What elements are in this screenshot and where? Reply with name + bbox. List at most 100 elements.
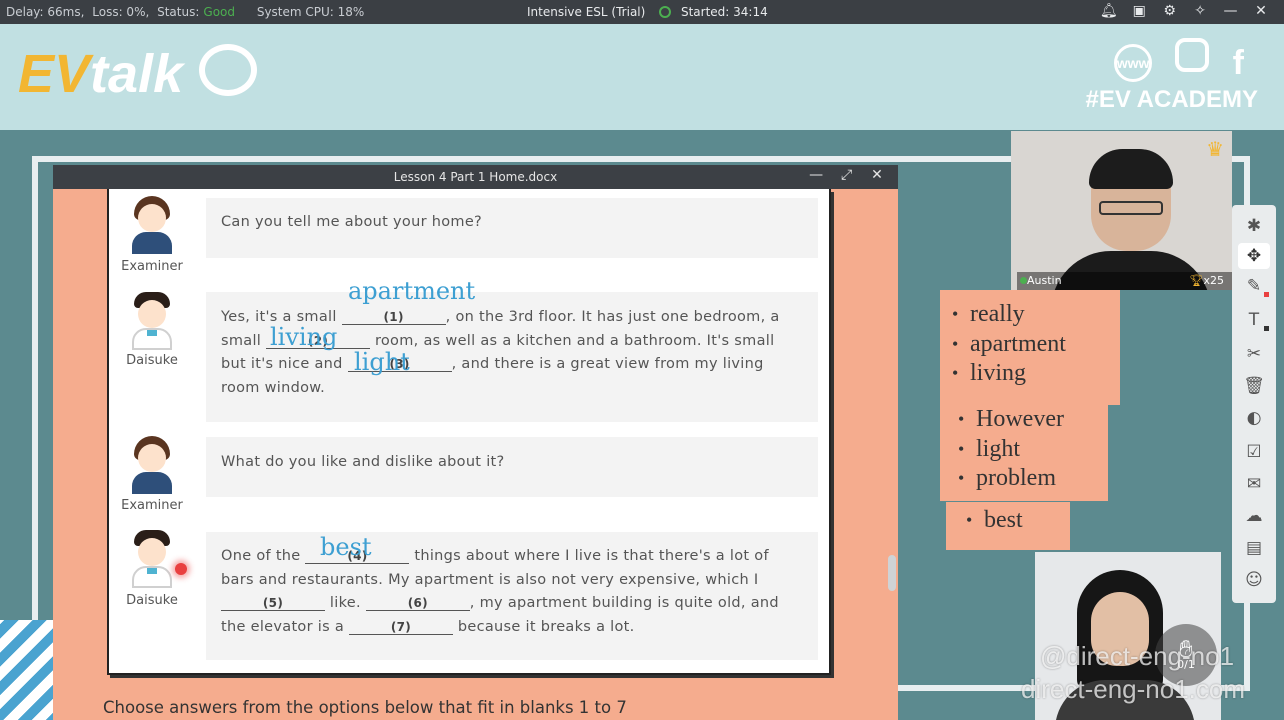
settings-gear-icon[interactable]: ⚙ xyxy=(1157,3,1183,19)
toolbox-icon[interactable]: ▤ xyxy=(1238,535,1270,561)
note-word: really xyxy=(940,300,1120,330)
loss-text: Loss: 0%, xyxy=(92,5,150,19)
sticky-note-1[interactable]: really apartment living xyxy=(940,290,1120,405)
blank-5: (5) xyxy=(221,596,325,611)
instagram-icon xyxy=(1175,38,1210,72)
answer-text: room, as well as a kitchen and a bathroo… xyxy=(370,332,775,349)
document-titlebar[interactable]: Lesson 4 Part 1 Home.docx — ⤢ ✕ xyxy=(53,165,898,189)
answer-text: the elevator is a xyxy=(221,618,349,635)
answer-text: , on the 3rd floor. It has just one bedr… xyxy=(445,309,780,325)
note-word: best xyxy=(954,506,1070,536)
speaker-label-daisuke: Daisuke xyxy=(126,593,178,608)
handwritten-answer-3: light xyxy=(354,348,410,376)
question-bubble-1: Can you tell me about your home? xyxy=(206,198,818,258)
blank-6: (6) xyxy=(365,596,470,611)
doc-minimize-icon[interactable]: — xyxy=(803,167,829,183)
watermark-handle: @direct-eng-no1 xyxy=(1040,641,1235,671)
users-icon[interactable]: ☺ xyxy=(1238,567,1270,593)
note-word: apartment xyxy=(940,330,1120,360)
chat-icon[interactable]: ✉ xyxy=(1238,471,1270,497)
trophy-count: x25 xyxy=(1203,274,1224,287)
close-window-icon[interactable]: ✕ xyxy=(1248,3,1274,19)
crown-icon: ♛ xyxy=(1206,137,1224,161)
answer-text: like. xyxy=(325,595,366,611)
daisuke-avatar xyxy=(128,292,176,350)
watermark-url: direct-eng-no1.com xyxy=(1021,674,1245,704)
answer-text: but it's nice and xyxy=(221,356,348,372)
handwritten-answer-2: living xyxy=(270,323,338,351)
daisuke-avatar xyxy=(128,530,176,588)
status-value: Good xyxy=(203,5,235,19)
examiner-avatar xyxy=(128,196,176,254)
handwritten-answer-1: apartment xyxy=(348,277,476,305)
answer-bubble-2: One of the (4) things about where I live… xyxy=(206,532,818,660)
class-info: Intensive ESL (Trial) Started: 34:14 xyxy=(527,5,768,19)
note-word: light xyxy=(946,435,1108,465)
trophy-score: 🏆︎x25 xyxy=(1190,272,1224,290)
status-label: Status: xyxy=(157,5,200,19)
question-bubble-2: What do you like and dislike about it? xyxy=(206,437,818,497)
status-bar: Delay: 66ms, Loss: 0%, Status: Good Syste… xyxy=(0,0,1284,24)
header-banner: EVtalk www f #EV ACADEMY xyxy=(0,24,1284,130)
document-scrollbar[interactable] xyxy=(888,555,896,591)
network-stats: Delay: 66ms, Loss: 0%, Status: Good Syste… xyxy=(6,5,368,19)
note-word: living xyxy=(940,359,1120,389)
text-tool-icon[interactable]: T xyxy=(1238,307,1270,333)
teacher-name-bar: Austin 🏆︎x25 xyxy=(1017,272,1232,290)
minimize-icon[interactable]: — xyxy=(1218,3,1244,19)
doc-maximize-icon[interactable]: ⤢ xyxy=(834,167,860,183)
laser-pointer-dot xyxy=(175,563,187,575)
handwritten-answer-4: best xyxy=(320,533,372,561)
answer-text: , and there is a great view from my livi… xyxy=(451,356,764,372)
pen-tool-icon[interactable]: ✎ xyxy=(1238,273,1270,299)
move-select-tool-icon[interactable]: ✥ xyxy=(1238,243,1270,269)
answer-text: room window. xyxy=(221,379,326,396)
quiz-icon[interactable]: ☑ xyxy=(1238,439,1270,465)
class-title: Intensive ESL (Trial) xyxy=(527,5,646,19)
delay-text: Delay: 66ms, xyxy=(6,5,85,19)
cloud-icon[interactable]: ☁ xyxy=(1238,503,1270,529)
blank-7: (7) xyxy=(348,620,453,635)
logo-talk: talk xyxy=(90,44,184,104)
answer-text: things about where I live is that there'… xyxy=(409,548,769,564)
laser-pointer-tool-icon[interactable]: ✱ xyxy=(1238,213,1270,239)
toggle-icon[interactable]: ◐ xyxy=(1238,405,1270,431)
decorative-stripe xyxy=(0,620,60,720)
trash-icon[interactable]: 🗑︎ xyxy=(1238,373,1270,399)
speaker-label-daisuke: Daisuke xyxy=(126,353,178,368)
answer-text: small xyxy=(221,332,267,349)
bell-icon[interactable]: 🔔︎ xyxy=(1096,3,1122,19)
sticky-note-3[interactable]: best xyxy=(946,502,1070,550)
note-word: problem xyxy=(946,464,1108,494)
trophy-icon: 🏆︎ xyxy=(1189,274,1204,287)
record-icon[interactable]: ▣ xyxy=(1126,3,1152,19)
teacher-name: Austin xyxy=(1027,274,1062,287)
evtalk-logo: EVtalk xyxy=(18,44,258,104)
examiner-avatar xyxy=(128,436,176,494)
question-text: Can you tell me about your home? xyxy=(221,214,483,230)
cpu-text: System CPU: 18% xyxy=(256,5,365,19)
note-word: However xyxy=(946,405,1108,435)
instruction-text: Choose answers from the options below th… xyxy=(103,698,627,717)
window-controls: 🔔︎ ▣ ⚙ ✧ — ✕ xyxy=(1096,3,1274,19)
globe-www-icon: www xyxy=(1113,44,1152,82)
started-timer: Started: 34:14 xyxy=(680,5,768,19)
speaker-label-examiner: Examiner xyxy=(121,259,183,274)
speaker-label-examiner: Examiner xyxy=(121,498,183,513)
question-text: What do you like and dislike about it? xyxy=(221,454,505,470)
document-controls: — ⤢ ✕ xyxy=(803,167,890,183)
clock-icon xyxy=(659,6,672,18)
sticky-note-2[interactable]: However light problem xyxy=(940,393,1108,501)
logo-ev: EV xyxy=(18,44,91,104)
academy-tag: #EV ACADEMY xyxy=(1085,86,1258,113)
doc-close-icon[interactable]: ✕ xyxy=(864,167,890,183)
answer-text: bars and restaurants. My apartment is al… xyxy=(221,571,759,588)
document-title: Lesson 4 Part 1 Home.docx xyxy=(393,170,558,184)
whiteboard-toolbar: ✱ ✥ ✎ T ✂ 🗑︎ ◐ ☑ ✉ ☁ ▤ ☺ xyxy=(1232,205,1276,603)
scissors-tool-icon[interactable]: ✂ xyxy=(1238,341,1270,367)
logo-ring-icon xyxy=(199,44,258,96)
answer-bubble-1: Yes, it's a small (1), on the 3rd floor.… xyxy=(206,292,818,422)
teacher-video[interactable]: ♛ Austin 🏆︎x25 xyxy=(1011,131,1232,290)
blank-1: (1) xyxy=(341,310,446,325)
pin-icon[interactable]: ✧ xyxy=(1187,3,1213,19)
